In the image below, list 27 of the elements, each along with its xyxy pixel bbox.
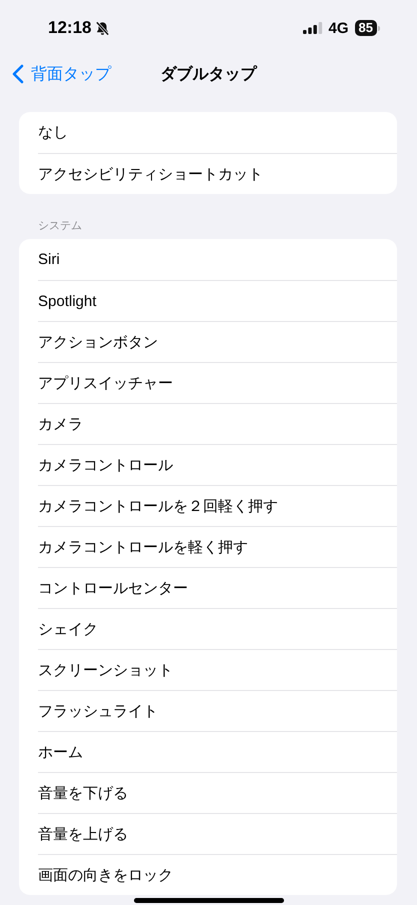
- page-title: ダブルタップ: [160, 64, 256, 84]
- back-button[interactable]: 背面タップ: [12, 64, 111, 84]
- signal-icon: [302, 22, 323, 34]
- network-label: 4G: [328, 20, 349, 36]
- battery-indicator: 85: [354, 20, 377, 36]
- list-item[interactable]: なし: [38, 112, 397, 153]
- list-item[interactable]: アプリスイッチャー: [38, 362, 397, 403]
- list-item[interactable]: Siri: [38, 239, 397, 280]
- section-header: システム: [38, 219, 83, 233]
- list-item[interactable]: シェイク: [38, 608, 397, 649]
- list-item[interactable]: 音量を下げる: [38, 772, 397, 813]
- list-item[interactable]: カメラコントロールを軽く押す: [38, 526, 397, 567]
- list-item[interactable]: 画面の向きをロック: [38, 854, 397, 895]
- list-item[interactable]: カメラコントロールを２回軽く押す: [38, 485, 397, 526]
- list-item[interactable]: カメラ: [38, 403, 397, 444]
- list-item[interactable]: ホーム: [38, 731, 397, 772]
- status-time: 12:18: [48, 18, 92, 38]
- list-item[interactable]: 音量を上げる: [38, 813, 397, 854]
- list-item[interactable]: コントロールセンター: [38, 567, 397, 608]
- list-item[interactable]: スクリーンショット: [38, 649, 397, 690]
- list-item[interactable]: アクセシビリティショートカット: [38, 153, 397, 194]
- list-item[interactable]: カメラコントロール: [38, 444, 397, 485]
- chevron-left-icon: [12, 64, 24, 84]
- list-item[interactable]: Spotlight: [38, 280, 397, 321]
- list-item[interactable]: フラッシュライト: [38, 690, 397, 731]
- muted-bell-icon: [95, 20, 110, 36]
- list-item[interactable]: アクションボタン: [38, 321, 397, 362]
